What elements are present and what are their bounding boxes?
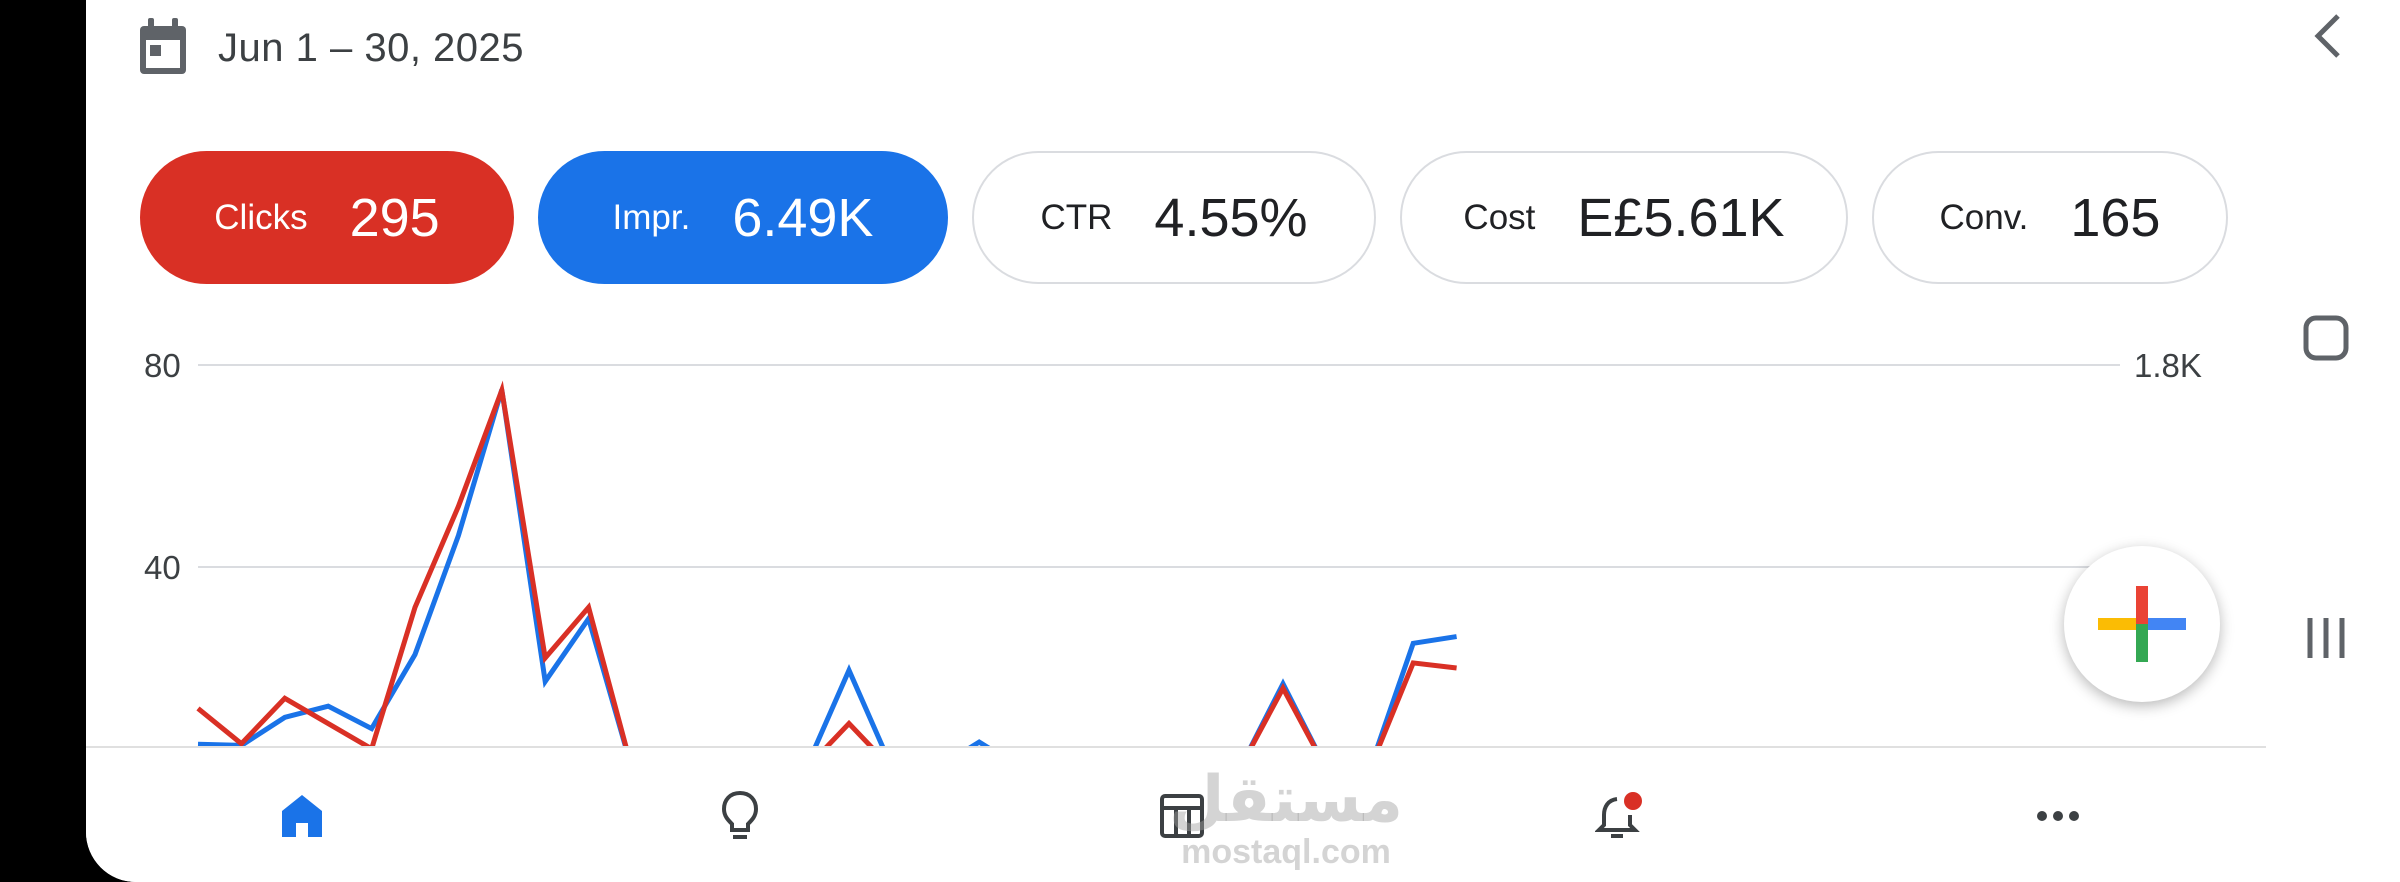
nav-campaigns[interactable] <box>1152 786 1212 846</box>
metric-value: 165 <box>2070 187 2161 248</box>
bottom-navigation <box>86 746 2266 882</box>
plus-icon <box>2098 586 2186 662</box>
metric-chip-impressions[interactable]: Impr. 6.49K <box>538 151 948 284</box>
metric-label: CTR <box>1040 197 1113 237</box>
series-line-clicks <box>196 380 1457 750</box>
calendar-icon <box>140 18 186 74</box>
series-layer <box>196 380 1457 750</box>
more-icon <box>2037 811 2079 821</box>
metric-value: 6.49K <box>732 187 874 248</box>
home-square-icon[interactable] <box>2302 314 2350 362</box>
nav-more[interactable] <box>2028 786 2088 846</box>
home-icon <box>282 795 322 837</box>
notifications-icon <box>1595 792 1642 838</box>
nav-home[interactable] <box>272 786 332 846</box>
left-axis-tick-40: 40 <box>144 549 181 586</box>
back-icon[interactable] <box>2308 12 2348 60</box>
metric-chip-ctr[interactable]: CTR 4.55% <box>972 151 1376 284</box>
metric-value: E£5.61K <box>1577 187 1785 248</box>
metric-chip-cost[interactable]: Cost E£5.61K <box>1400 151 1848 284</box>
lightbulb-icon <box>721 790 759 839</box>
table-icon <box>1160 794 1204 838</box>
nav-notifications[interactable] <box>1590 786 1650 846</box>
metric-label: Clicks <box>214 197 308 237</box>
app-screen: Jun 1 – 30, 2025 Clicks 295 Impr. 6.49K … <box>86 0 2400 882</box>
date-range-selector[interactable]: Jun 1 – 30, 2025 <box>136 18 524 78</box>
metric-label: Conv. <box>1939 197 2029 237</box>
notification-badge <box>1624 792 1642 810</box>
left-axis-tick-80: 80 <box>144 347 181 384</box>
metric-value: 295 <box>349 187 440 248</box>
performance-chart: 80 40 1.8K <box>144 347 2202 750</box>
date-range-text: Jun 1 – 30, 2025 <box>218 25 525 70</box>
metric-label: Impr. <box>612 197 691 237</box>
right-axis-tick-1-8k: 1.8K <box>2134 347 2202 384</box>
metric-label: Cost <box>1463 197 1536 237</box>
add-fab-button[interactable] <box>2064 546 2220 702</box>
metric-chip-conversions[interactable]: Conv. 165 <box>1872 151 2228 284</box>
nav-recommendations[interactable] <box>710 786 770 846</box>
metric-value: 4.55% <box>1154 187 1308 248</box>
metric-chip-clicks[interactable]: Clicks 295 <box>140 151 514 284</box>
recents-icon[interactable] <box>2304 614 2348 662</box>
